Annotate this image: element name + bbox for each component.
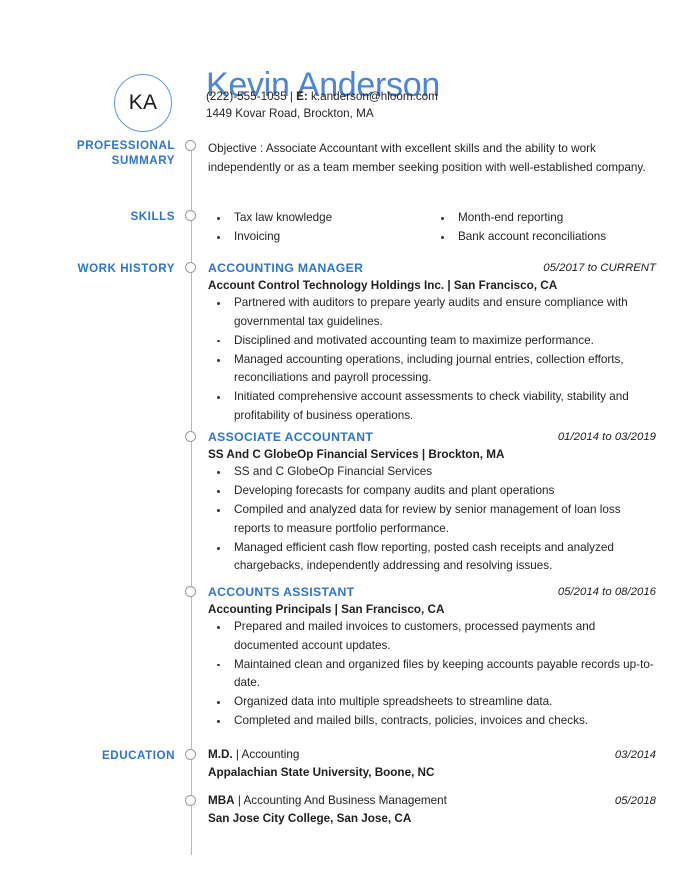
sidebar-label-education: EDUCATION: [101, 749, 175, 762]
contact-line-phone-email: (222)-555-1035 | E: k.anderson@hloom.com: [206, 89, 438, 105]
list-item: Month-end reporting: [432, 209, 656, 228]
timeline-dot-job-2: [185, 431, 196, 442]
education-entry: MBA | Accounting And Business Management…: [208, 794, 656, 827]
skills-section: Tax law knowledge Invoicing Month-end re…: [208, 209, 656, 247]
list-item: Disciplined and motivated accounting tea…: [208, 332, 656, 351]
timeline-dot-education-1: [185, 749, 196, 760]
contact-separator: |: [286, 90, 297, 103]
education-degree: MBA | Accounting And Business Management: [208, 794, 447, 807]
education-degree-field: | Accounting: [232, 748, 300, 761]
job-bullet-list: Prepared and mailed invoices to customer…: [208, 618, 656, 731]
resume-header: KA Kevin Anderson (222)-555-1035 | E: k.…: [0, 36, 684, 132]
professional-summary-text: Objective : Associate Accountant with ex…: [208, 142, 646, 174]
education-degree-field: | Accounting And Business Management: [234, 794, 447, 807]
list-item: Developing forecasts for company audits …: [208, 482, 656, 501]
sidebar-label-work-history: WORK HISTORY: [77, 262, 175, 275]
list-item: Managed efficient cash flow reporting, p…: [208, 539, 656, 576]
education-school: San Jose City College, San Jose, CA: [208, 812, 412, 825]
job-title: ACCOUNTS ASSISTANT: [208, 585, 355, 599]
education-degree-abbr: MBA: [208, 794, 235, 807]
timeline-dot-job-1: [185, 262, 196, 273]
list-item: Maintained clean and organized files by …: [208, 656, 656, 693]
list-item: Completed and mailed bills, contracts, p…: [208, 712, 656, 731]
avatar-initials: KA: [128, 91, 158, 114]
work-history-entry: ACCOUNTING MANAGER 05/2017 to CURRENT Ac…: [208, 261, 656, 426]
sidebar-label-professional-summary: PROFESSIONAL SUMMARY: [7, 138, 175, 168]
skills-column-left: Tax law knowledge Invoicing: [208, 209, 432, 247]
timeline-dot-job-3: [185, 586, 196, 597]
education-date: 05/2018: [614, 794, 656, 807]
list-item: Initiated comprehensive account assessme…: [208, 388, 656, 425]
avatar: KA: [114, 74, 172, 132]
list-item: SS and C GlobeOp Financial Services: [208, 463, 656, 482]
job-company: Account Control Technology Holdings Inc.…: [208, 279, 558, 292]
list-item: Tax law knowledge: [208, 209, 432, 228]
work-history-entry: ACCOUNTS ASSISTANT 05/2014 to 08/2016 Ac…: [208, 585, 656, 732]
education-degree-abbr: M.D.: [208, 748, 233, 761]
job-header: ACCOUNTS ASSISTANT 05/2014 to 08/2016: [208, 585, 656, 600]
work-history-entry: ASSOCIATE ACCOUNTANT 01/2014 to 03/2019 …: [208, 430, 656, 577]
job-date: 01/2014 to 03/2019: [557, 430, 656, 443]
list-item: Partnered with auditors to prepare yearl…: [208, 294, 656, 331]
job-bullet-list: SS and C GlobeOp Financial Services Deve…: [208, 463, 656, 576]
education-entry: M.D. | Accounting 03/2014 Appalachian St…: [208, 748, 656, 781]
list-item: Prepared and mailed invoices to customer…: [208, 618, 656, 655]
resume-page: KA Kevin Anderson (222)-555-1035 | E: k.…: [0, 0, 684, 885]
education-header: MBA | Accounting And Business Management…: [208, 794, 656, 809]
list-item: Invoicing: [208, 228, 432, 247]
job-company: SS And C GlobeOp Financial Services | Br…: [208, 448, 505, 461]
timeline-dot-education-2: [185, 795, 196, 806]
list-item: Managed accounting operations, including…: [208, 351, 656, 388]
job-company: Accounting Principals | San Francisco, C…: [208, 603, 445, 616]
education-date: 03/2014: [614, 748, 656, 761]
list-item: Bank account reconciliations: [432, 228, 656, 247]
sidebar-label-professional-summary-line2: SUMMARY: [111, 154, 175, 167]
phone-text: (222)-555-1035: [206, 90, 287, 103]
job-date: 05/2014 to 08/2016: [557, 585, 656, 598]
job-header: ACCOUNTING MANAGER 05/2017 to CURRENT: [208, 261, 656, 276]
sidebar-label-skills: SKILLS: [130, 210, 175, 223]
education-degree: M.D. | Accounting: [208, 748, 299, 761]
list-item: Organized data into multiple spreadsheet…: [208, 693, 656, 712]
education-school: Appalachian State University, Boone, NC: [208, 766, 435, 779]
list-item: Compiled and analyzed data for review by…: [208, 501, 656, 538]
job-date: 05/2017 to CURRENT: [543, 261, 656, 274]
job-title: ACCOUNTING MANAGER: [208, 261, 364, 275]
timeline-dot-professional-summary: [185, 140, 196, 151]
job-bullet-list: Partnered with auditors to prepare yearl…: [208, 294, 656, 426]
job-header: ASSOCIATE ACCOUNTANT 01/2014 to 03/2019: [208, 430, 656, 445]
sidebar-label-professional-summary-line1: PROFESSIONAL: [76, 139, 175, 152]
job-title: ASSOCIATE ACCOUNTANT: [208, 430, 374, 444]
email-text: k.anderson@hloom.com: [307, 90, 438, 103]
timeline-dot-skills: [185, 210, 196, 221]
skills-column-right: Month-end reporting Bank account reconci…: [432, 209, 656, 247]
contact-line-address: 1449 Kovar Road, Brockton, MA: [206, 107, 374, 120]
education-header: M.D. | Accounting 03/2014: [208, 748, 656, 763]
email-label: E:: [296, 90, 308, 103]
